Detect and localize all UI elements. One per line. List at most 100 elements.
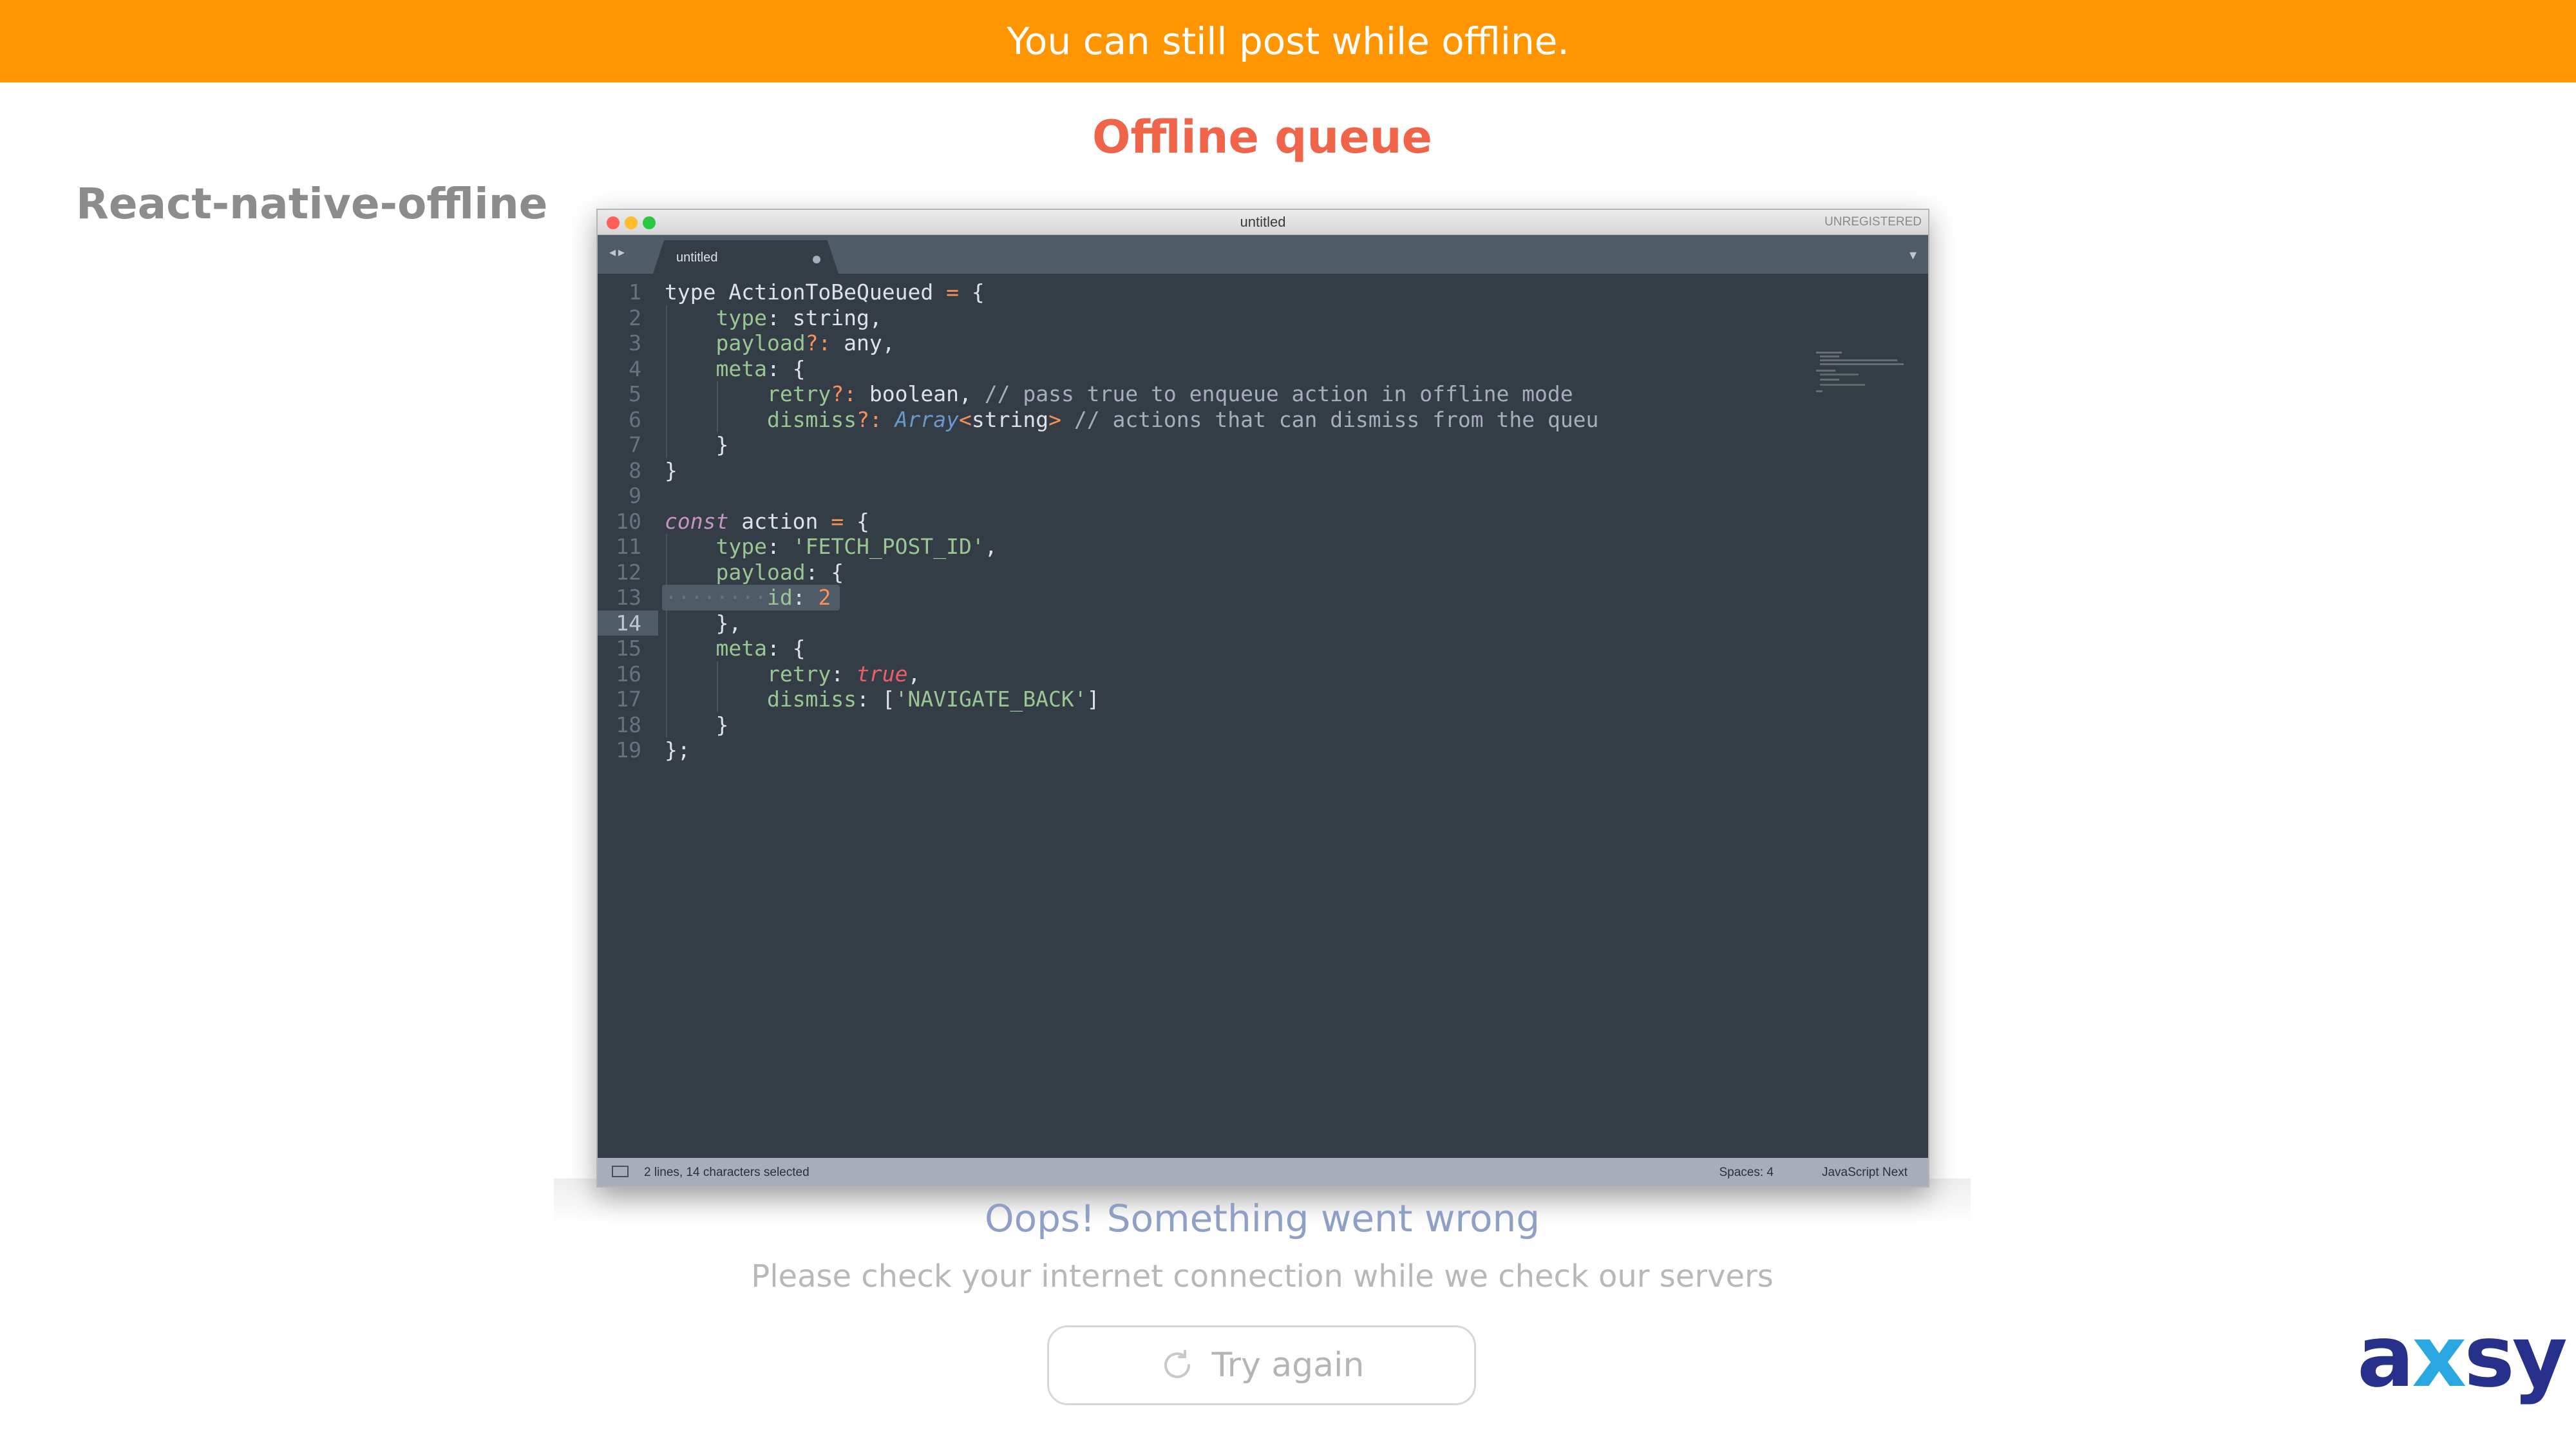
code-line[interactable]: 3 payload?: any, [598,330,1928,356]
code-token: : { [805,559,844,585]
code-text: const action = { [665,509,869,534]
code-text: meta: { [665,636,806,661]
code-token: : [831,661,857,687]
line-number: 11 [616,534,641,559]
selection-status: 2 lines, 14 characters selected [644,1166,810,1179]
editor-window: untitled UNREGISTERED ◂▸ untitled ▾ 1 typ… [596,209,1929,1188]
code-token: boolean, [857,381,985,406]
code-token: payload [715,559,806,585]
code-line[interactable]: 5 retry?: boolean, // pass true to enque… [598,381,1928,407]
code-token: action [728,508,831,534]
code-token: : { [766,636,806,661]
logo-prefix: a [2357,1307,2414,1406]
code-token: }, [665,610,742,636]
code-token: retry [766,381,831,406]
code-token: ?: [857,406,882,432]
code-line[interactable]: 17 dismiss: ['NAVIGATE_BACK'] [598,687,1928,712]
code-text: dismiss: ['NAVIGATE_BACK'] [665,687,1100,712]
code-token: , [984,534,998,559]
code-text: } [665,432,728,457]
code-line[interactable]: 11 type: 'FETCH_POST_ID', [598,534,1928,560]
code-token: 'NAVIGATE_BACK' [895,687,1087,712]
line-number: 14 [616,610,641,636]
tab-navigation-arrows-icon[interactable]: ◂▸ [609,244,627,260]
tab-menu-icon[interactable]: ▾ [1909,247,1917,263]
code-line[interactable]: 4 meta: { [598,355,1928,381]
code-token: meta [715,355,767,381]
code-token: true [857,661,908,687]
line-number: 17 [616,687,641,712]
code-line[interactable]: 9 [598,483,1928,509]
logo-suffix: sy [2464,1307,2568,1406]
code-text: type: 'FETCH_POST_ID', [665,534,998,559]
tab-untitled[interactable]: untitled [653,240,838,274]
line-number: 9 [629,483,641,508]
code-line[interactable]: 19}; [598,737,1928,763]
code-token: = [831,508,844,534]
panel-toggle-icon[interactable] [612,1166,629,1177]
code-text: retry?: boolean, // pass true to enqueue… [665,381,1573,406]
code-line[interactable]: 10 const action = { [598,509,1928,535]
offline-banner-text: You can still post while offline. [1007,19,1569,63]
code-text: type: string, [665,305,882,330]
code-token: dismiss [766,406,857,432]
code-text: }, [665,611,741,636]
code-text: payload?: any, [665,330,895,355]
error-subtitle: Please check your internet connection wh… [751,1258,1774,1294]
logo-accent: x [2412,1307,2467,1406]
window-titlebar[interactable]: untitled UNREGISTERED [598,210,1928,235]
line-number: 2 [629,305,641,330]
code-token: : [766,534,793,559]
code-token: } [665,432,729,457]
line-number: 7 [629,432,641,457]
code-token: { [958,279,985,305]
registration-status: UNREGISTERED [1824,215,1922,229]
status-bar: 2 lines, 14 characters selected Spaces: … [598,1158,1928,1186]
code-line[interactable]: 16 retry: true, [598,661,1928,687]
code-line[interactable]: 1 type ActionToBeQueued = { [598,279,1928,305]
line-number: 3 [629,330,641,355]
code-token: dismiss [766,687,857,712]
code-token: : string, [766,305,882,330]
code-token: }; [665,737,690,762]
code-line[interactable]: 7 } [598,432,1928,458]
code-token: const [665,508,729,534]
tab-bar: ◂▸ untitled ▾ [598,235,1928,274]
code-line[interactable]: 6 dismiss?: Array<string> // actions tha… [598,406,1928,432]
code-token: } [665,712,729,737]
code-line[interactable]: 13 ········id: 2 [598,585,1928,611]
code-line[interactable]: 12 payload: { [598,559,1928,585]
indentation-setting[interactable]: Spaces: 4 [1719,1166,1774,1180]
line-number: 19 [616,737,641,762]
line-number: 6 [629,406,641,432]
code-text: payload: { [665,560,844,585]
offline-banner: You can still post while offline. [0,0,2576,82]
code-editor[interactable]: 1 type ActionToBeQueued = {2 type: string… [598,274,1928,1157]
error-title: Oops! Something went wrong [984,1197,1540,1240]
line-number: 5 [629,381,641,406]
code-line[interactable]: 2 type: string, [598,305,1928,330]
code-token: // pass true to enqueue action in offlin… [984,381,1573,406]
code-line[interactable]: 15 meta: { [598,636,1928,661]
code-token: type [715,534,767,559]
code-token: 2 [818,585,831,610]
code-text: } [665,712,728,737]
code-text: dismiss?: Array<string> // actions that … [665,407,1598,432]
try-again-button[interactable]: Try again [1047,1325,1476,1405]
unsaved-dot-icon[interactable] [813,256,820,263]
code-line[interactable]: 18 } [598,712,1928,737]
code-token: type ActionToBeQueued [665,279,947,305]
code-line[interactable]: 14 }, [598,610,1928,636]
syntax-setting[interactable]: JavaScript Next [1822,1166,1908,1180]
code-line[interactable]: 8} [598,458,1928,484]
line-number: 18 [616,712,641,737]
code-token: < [959,406,972,432]
code-token: retry [766,661,831,687]
